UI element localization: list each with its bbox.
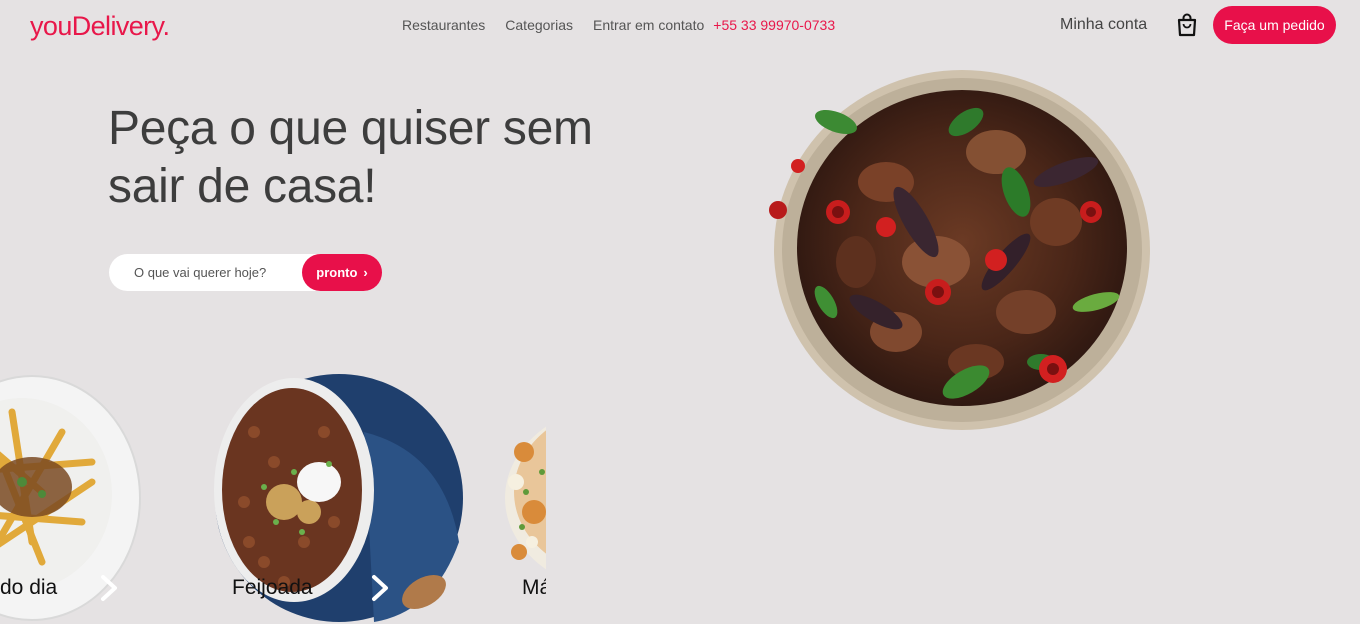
carousel-card-label: do dia [0,576,58,599]
dish-carousel: do dia Feijoada Má [0,372,546,624]
chevron-right-icon[interactable] [97,574,121,602]
carousel-card[interactable]: Má [504,372,546,624]
carousel-card[interactable]: do dia [0,372,142,624]
hero-title: Peça o que quiser sem sair de casa! [108,102,593,213]
search-input[interactable] [134,265,294,280]
search-bar: pronto › [109,254,382,291]
logo[interactable]: youDelivery. [30,11,170,42]
nav-contact[interactable]: Entrar em contato [593,17,704,33]
nav-restaurants[interactable]: Restaurantes [402,17,485,33]
search-submit-button[interactable]: pronto › [302,254,382,291]
carousel-card-label: Feijoada [232,576,313,599]
place-order-button[interactable]: Faça um pedido [1213,6,1336,44]
chevron-right-icon: › [363,265,368,280]
hero-dish-image [766,62,1156,442]
chevron-right-icon[interactable] [368,574,392,602]
main-nav: Restaurantes Categorias Entrar em contat… [402,17,835,33]
search-button-label: pronto [316,265,358,280]
my-account-link[interactable]: Minha conta [1060,16,1147,34]
nav-phone[interactable]: +55 33 99970-0733 [713,17,835,33]
carousel-card-label: Má [522,576,546,599]
shopping-bag-icon[interactable] [1176,13,1198,37]
nav-categories[interactable]: Categorias [505,17,573,33]
carousel-card[interactable]: Feijoada [214,372,464,624]
